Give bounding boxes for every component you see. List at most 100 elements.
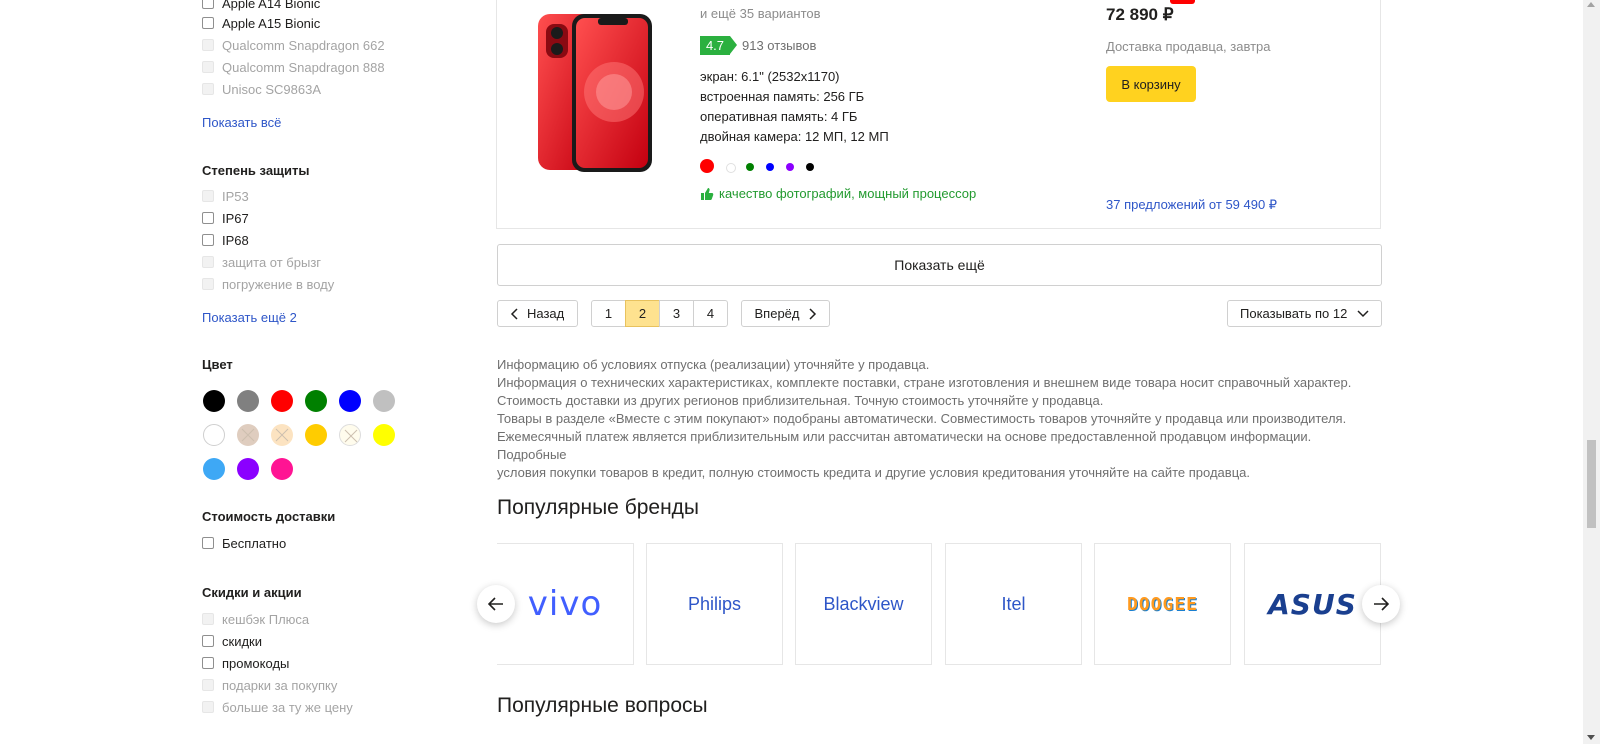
color-title: Цвет: [202, 357, 233, 372]
offers-link[interactable]: 37 предложений от 59 490 ₽: [1106, 197, 1277, 213]
scroll-down-icon[interactable]: [1587, 735, 1595, 740]
brand-card-doogee[interactable]: DOOGEE: [1094, 543, 1231, 665]
chevron-left-icon: [510, 307, 518, 320]
pagination-forward-button[interactable]: Вперёд: [741, 300, 830, 327]
page-2-current[interactable]: 2: [625, 300, 660, 327]
color-swatch[interactable]: [271, 390, 293, 412]
checkbox[interactable]: [202, 657, 214, 669]
page-1[interactable]: 1: [591, 300, 626, 327]
scrollbar-track[interactable]: [1583, 0, 1600, 744]
brands-next-button[interactable]: [1362, 585, 1400, 623]
brand-logo-asus: ASUS: [1268, 587, 1357, 621]
filter-free-delivery[interactable]: Бесплатно: [202, 534, 286, 552]
checkbox[interactable]: [202, 635, 214, 647]
page-4[interactable]: 4: [693, 300, 728, 327]
pagination-back-button[interactable]: Назад: [497, 300, 578, 327]
per-page-label: Показывать по 12: [1240, 306, 1348, 321]
checkbox[interactable]: [202, 537, 214, 549]
page-3[interactable]: 3: [659, 300, 694, 327]
color-swatch[interactable]: [305, 424, 327, 446]
brand-name-itel: Itel: [1001, 593, 1026, 614]
rating-badge-arrow: [730, 36, 737, 54]
color-dot[interactable]: [806, 163, 814, 171]
color-swatch[interactable]: [203, 390, 225, 412]
disclaimer-line: Информацию об условиях отпуска (реализац…: [497, 357, 930, 372]
brand-card-asus[interactable]: ASUS: [1244, 543, 1381, 665]
variants-link[interactable]: и ещё 35 вариантов: [700, 6, 821, 21]
checkbox[interactable]: [202, 234, 214, 246]
processor-show-all-link[interactable]: Показать всё: [202, 115, 281, 130]
filter-promocodes[interactable]: промокоды: [202, 654, 289, 672]
brand-card-blackview[interactable]: Blackview: [795, 543, 932, 665]
add-to-cart-button[interactable]: В корзину: [1106, 66, 1196, 102]
disclaimer-line: Стоимость доставки из других регионов пр…: [497, 393, 1104, 408]
color-swatch[interactable]: [203, 424, 225, 446]
filter-ip53: IP53: [202, 187, 249, 205]
filter-more-for-same: больше за ту же цену: [202, 698, 353, 716]
brand-logo-doogee: DOOGEE: [1126, 593, 1199, 615]
checkbox: [202, 190, 214, 202]
questions-title: Популярные вопросы: [497, 694, 708, 717]
checkbox[interactable]: [202, 0, 214, 9]
brands-title: Популярные бренды: [497, 496, 700, 519]
spec-ram: оперативная память: 4 ГБ: [700, 109, 858, 124]
color-swatch[interactable]: [203, 458, 225, 480]
per-page-select[interactable]: Показывать по 12: [1227, 300, 1382, 327]
feature-line: качество фотографий, мощный процессор: [700, 186, 976, 201]
checkbox: [202, 278, 214, 290]
feature-text: качество фотографий, мощный процессор: [719, 186, 977, 201]
disclaimer-line: Товары в разделе «Вместе с этим покупают…: [497, 411, 1347, 426]
brands-prev-button[interactable]: [477, 585, 515, 623]
checkbox: [202, 39, 214, 51]
scroll-up-icon[interactable]: [1587, 2, 1595, 7]
discount-badge: [1170, 0, 1195, 4]
rating-badge: 4.7: [700, 36, 730, 55]
reviews-count[interactable]: 913 отзывов: [742, 38, 816, 53]
arrow-left-icon: [488, 597, 503, 611]
filter-processor-sd662: Qualcomm Snapdragon 662: [202, 36, 385, 54]
filter-discounts[interactable]: скидки: [202, 632, 262, 650]
brand-card-philips[interactable]: Philips: [646, 543, 783, 665]
color-swatch[interactable]: [339, 390, 361, 412]
brand-name-blackview: Blackview: [823, 593, 904, 614]
brand-card-vivo[interactable]: vivo: [497, 543, 634, 665]
color-swatch[interactable]: [373, 424, 395, 446]
disclaimer-line: Ежемесячный платеж является приблизитель…: [497, 429, 1312, 462]
color-swatch[interactable]: [237, 390, 259, 412]
color-swatch: [237, 424, 259, 446]
scrollbar-thumb[interactable]: [1587, 440, 1596, 528]
spec-storage: встроенная память: 256 ГБ: [700, 89, 865, 104]
checkbox[interactable]: [202, 17, 214, 29]
filter-processor-a14[interactable]: Apple A14 Bionic: [202, 0, 320, 12]
brand-card-itel[interactable]: Itel: [945, 543, 1082, 665]
delivery-title: Стоимость доставки: [202, 509, 336, 524]
filter-processor-a15[interactable]: Apple A15 Bionic: [202, 14, 320, 32]
checkbox[interactable]: [202, 212, 214, 224]
chevron-down-icon: [1357, 309, 1369, 317]
checkbox: [202, 613, 214, 625]
product-image[interactable]: [530, 10, 658, 175]
color-dot[interactable]: [766, 163, 774, 171]
filter-ip67[interactable]: IP67: [202, 209, 249, 227]
color-swatch[interactable]: [305, 390, 327, 412]
forward-label: Вперёд: [754, 306, 800, 321]
disclaimer-line: условия покупки товаров в кредит, полную…: [497, 465, 1250, 480]
checkbox: [202, 679, 214, 691]
color-dot[interactable]: [726, 163, 736, 173]
filter-splash: защита от брызг: [202, 253, 321, 271]
color-dot-selected[interactable]: [700, 159, 714, 173]
color-dot[interactable]: [786, 163, 794, 171]
filter-gifts: подарки за покупку: [202, 676, 337, 694]
filter-cashback: кешбэк Плюса: [202, 610, 309, 628]
disclaimer-text: Информацию об условиях отпуска (реализац…: [497, 356, 1377, 482]
color-dot[interactable]: [746, 163, 754, 171]
protection-show-more-link[interactable]: Показать ещё 2: [202, 310, 297, 325]
filter-ip68[interactable]: IP68: [202, 231, 249, 249]
spec-camera: двойная камера: 12 МП, 12 МП: [700, 129, 889, 144]
color-swatch[interactable]: [237, 458, 259, 480]
brand-logo-vivo: vivo: [527, 584, 603, 624]
color-swatch[interactable]: [271, 458, 293, 480]
checkbox: [202, 83, 214, 95]
color-swatch[interactable]: [373, 390, 395, 412]
show-more-button[interactable]: Показать ещё: [497, 244, 1382, 286]
